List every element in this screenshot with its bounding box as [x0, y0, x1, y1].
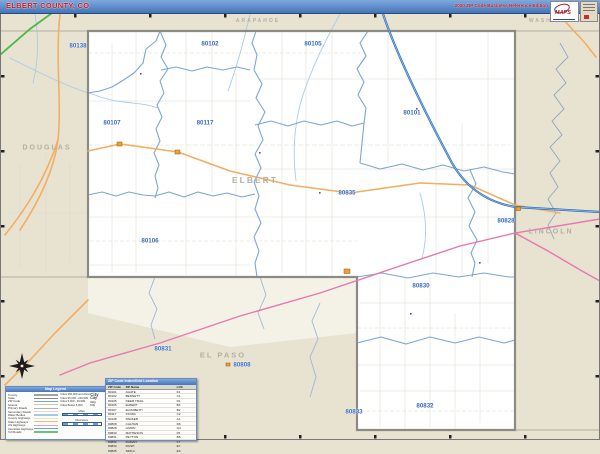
legend-line-sample [34, 397, 58, 399]
legend-line-sample [34, 421, 58, 423]
legend-city-class: Cities Below 5,000 City [60, 404, 95, 408]
table-row: 80835 SIMLA E3 [106, 449, 196, 454]
title-bar: ELBERT COUNTY, CO 2020 ZIP Code Business… [0, 0, 600, 14]
legend-item: Toll Roads [8, 430, 58, 434]
zip-index-table: ZIP Code Index/Grid Location ZIP Code ZI… [105, 378, 197, 454]
legend-line-items: County State ZIP Code Streets Primary Ro… [8, 393, 58, 434]
page-title: ELBERT COUNTY, CO [6, 1, 90, 10]
col-zip-name: ZIP Name [125, 384, 140, 389]
legend-line-sample [34, 424, 58, 426]
logo-text: MAPS [555, 10, 571, 16]
map-page: DOUGLASARAPAHOEWASHINGTONELBERTLINCOLNEL… [0, 0, 600, 454]
legend-line-sample [34, 411, 58, 413]
scale-bar: Kilometers [60, 419, 103, 426]
legend-line-sample [34, 417, 58, 419]
map-legend: Map Legend County State ZIP Code Streets… [5, 386, 106, 440]
table-body: 80101 AGATE F2 80102 BENNETT C1 80105 DE… [106, 390, 196, 454]
legend-line-sample [34, 407, 58, 409]
publisher-logo: MAPS [550, 1, 598, 22]
scale-bar: Miles [60, 410, 103, 417]
edition-subtitle: 2020 ZIP Code Business Reference Edition [454, 3, 548, 8]
scale-bar-graphic [61, 421, 102, 426]
brand-logo: MAPS [550, 1, 580, 22]
compass-rose-icon [9, 353, 35, 379]
legend-line-sample [34, 404, 58, 406]
legend-city-classes: Cities 250,000 and Above City Cities 50,… [58, 392, 103, 434]
legend-line-sample [34, 393, 58, 396]
col-zip-code: ZIP Code [108, 384, 121, 389]
legend-line-sample [34, 431, 58, 433]
col-loc: LOC [176, 384, 183, 389]
scale-bar-graphic [61, 412, 102, 417]
legend-line-sample [34, 428, 58, 430]
legend-line-sample [34, 400, 58, 403]
county-map [0, 13, 600, 440]
edition-booklet-thumb [580, 1, 598, 22]
legend-line-sample [34, 414, 58, 416]
